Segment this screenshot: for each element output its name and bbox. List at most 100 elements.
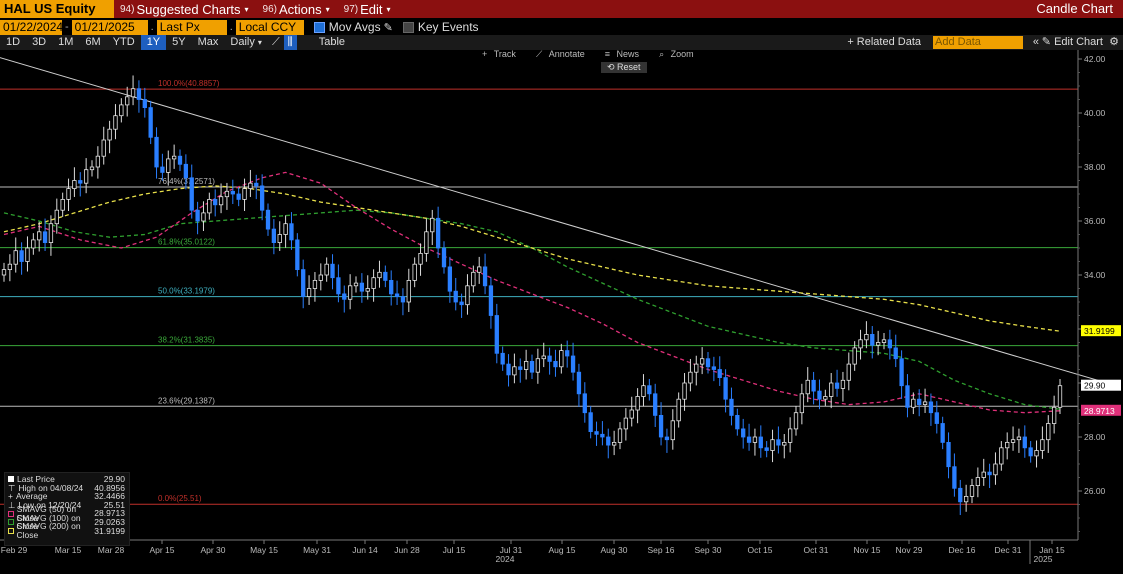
candle-body — [224, 190, 230, 198]
menu-edit[interactable]: 97) Edit ▾ — [344, 2, 391, 17]
year-label: 2025 — [1034, 554, 1053, 564]
menu-number: 94) — [120, 3, 135, 15]
currency-selector[interactable]: Local CCY — [235, 19, 304, 35]
candle-body — [306, 288, 312, 297]
menu-actions[interactable]: 96) Actions ▾ — [263, 2, 330, 17]
menu-label: Edit — [360, 1, 383, 17]
candle-body — [271, 228, 277, 244]
candle-body — [60, 198, 65, 211]
reset-button[interactable]: ⟲ Reset — [601, 62, 647, 73]
candle-body — [934, 412, 939, 424]
candle-body — [975, 477, 981, 487]
separator: . — [229, 21, 233, 33]
candle-body — [741, 428, 746, 438]
candle-body — [770, 439, 775, 451]
candle-body — [611, 441, 617, 446]
candle-body — [694, 363, 699, 373]
candle-body — [25, 247, 30, 262]
ticker-field[interactable]: HAL US Equity — [0, 0, 114, 18]
period-1m[interactable]: 1M — [52, 35, 79, 50]
candle-body — [125, 96, 130, 106]
x-tick-label: Aug 30 — [601, 545, 628, 555]
candle-body — [852, 347, 857, 365]
track-button[interactable]: + Track — [478, 49, 524, 60]
candle-body — [629, 409, 634, 419]
start-date-field[interactable]: 01/22/2024 — [0, 19, 63, 35]
collapse-icon[interactable]: « — [1033, 35, 1039, 50]
candle-body — [787, 428, 793, 443]
candle-body — [19, 250, 24, 262]
toolbar: 1D 3D 1M 6M YTD 1Y 5Y Max Daily ▾ ⟋ ⫼ Ta… — [0, 35, 1123, 50]
candle-body — [48, 223, 54, 243]
x-tick-label: Apr 30 — [200, 545, 225, 555]
add-data-input[interactable]: Add Data — [933, 36, 1023, 49]
candle-body — [154, 136, 159, 168]
candle-body — [617, 428, 623, 443]
candle-body — [101, 139, 106, 157]
period-1y[interactable]: 1Y — [140, 35, 167, 50]
candle-body — [195, 209, 200, 222]
field-selector[interactable]: Last Px — [156, 19, 227, 35]
x-tick-label: Nov 29 — [896, 545, 923, 555]
candle-body — [95, 155, 101, 168]
candle-body — [418, 252, 423, 265]
y-tick-label: 36.00 — [1084, 216, 1106, 226]
period-6m[interactable]: 6M — [79, 35, 106, 50]
candle-body — [922, 401, 928, 405]
candle-body — [664, 436, 670, 441]
x-tick-label: Oct 31 — [803, 545, 828, 555]
fib-level-label: 50.0%(33.1979) — [158, 287, 215, 296]
pencil-icon: ✎ — [1041, 36, 1052, 48]
zoom-button[interactable]: ⌕ Zoom — [655, 49, 702, 60]
menu-suggested-charts[interactable]: 94) Suggested Charts ▾ — [120, 2, 249, 17]
candle-body — [72, 180, 77, 189]
related-data-button[interactable]: + Related Data — [841, 35, 927, 50]
candle-body — [430, 217, 435, 233]
candle-body — [606, 436, 611, 446]
candle-body — [875, 342, 881, 346]
candle-body — [899, 358, 904, 387]
candle-body — [494, 315, 499, 354]
title-bar: HAL US Equity 94) Suggested Charts ▾ 96)… — [0, 0, 1123, 18]
menu-label: Actions — [279, 1, 322, 17]
candle-body — [776, 439, 781, 446]
key-events-checkbox[interactable] — [402, 21, 414, 33]
table-button[interactable]: Table — [313, 35, 351, 50]
candle-body — [289, 223, 294, 241]
news-button[interactable]: ≡ News — [601, 49, 647, 60]
caret-down-icon: ▾ — [257, 38, 262, 47]
end-date-field[interactable]: 01/21/2025 — [71, 19, 148, 35]
line-chart-icon[interactable]: ⟋ — [268, 35, 284, 50]
candle-chart-icon[interactable]: ⫼ — [283, 35, 297, 50]
frequency-selector[interactable]: Daily ▾ — [224, 35, 268, 50]
candle-body — [594, 431, 599, 435]
candle-body — [582, 393, 587, 414]
period-5y[interactable]: 5Y — [166, 35, 191, 50]
sma100-swatch-icon — [8, 519, 14, 526]
fib-level-label: 61.8%(35.0122) — [158, 238, 215, 247]
candle-body — [547, 355, 552, 362]
x-tick-label: Sep 30 — [695, 545, 722, 555]
candle-chart[interactable]: 100.0%(40.8857) 76.4%(37.2571) 61.8%(35.01… — [0, 50, 1123, 574]
period-ytd[interactable]: YTD — [107, 35, 141, 50]
period-max[interactable]: Max — [192, 35, 225, 50]
candle-body — [541, 355, 546, 360]
candle-body — [259, 185, 265, 211]
candle-body — [183, 163, 189, 179]
candle-body — [711, 366, 717, 370]
period-1d[interactable]: 1D — [0, 35, 26, 50]
candle-body — [394, 293, 400, 297]
candle-body — [213, 198, 218, 206]
candle-body — [705, 358, 711, 368]
candle-body — [330, 263, 335, 279]
edit-chart-button[interactable]: ✎ Edit Chart — [1042, 35, 1103, 50]
period-3d[interactable]: 3D — [26, 35, 52, 50]
candle-body — [600, 433, 605, 438]
annotate-button[interactable]: ⟋ Annotate — [532, 49, 593, 60]
pencil-icon[interactable]: ✎ — [384, 21, 393, 34]
gear-icon[interactable]: ⚙ — [1109, 35, 1119, 50]
candle-body — [465, 285, 470, 306]
year-label: 2024 — [496, 554, 515, 564]
candle-body — [928, 401, 934, 414]
mov-avgs-checkbox[interactable] — [313, 21, 325, 33]
